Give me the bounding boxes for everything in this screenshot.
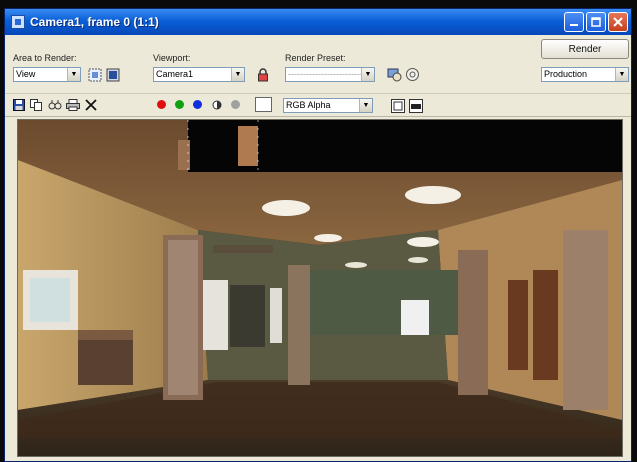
clone-window-button[interactable] bbox=[47, 97, 62, 112]
title-bar[interactable]: Camera1, frame 0 (1:1) bbox=[5, 9, 631, 35]
auto-region-button[interactable] bbox=[105, 67, 120, 82]
rendered-hall-image bbox=[18, 120, 622, 456]
alpha-icon bbox=[212, 100, 221, 109]
alpha-channel-toggle[interactable] bbox=[209, 97, 224, 112]
color-swatch[interactable] bbox=[255, 97, 272, 112]
print-icon bbox=[65, 98, 80, 111]
auto-region-icon bbox=[106, 68, 119, 81]
blue-channel-toggle[interactable] bbox=[193, 100, 202, 109]
print-image-button[interactable] bbox=[65, 97, 80, 112]
production-dropdown[interactable]: Production ▼ bbox=[541, 67, 629, 82]
teapot-icon bbox=[406, 68, 419, 81]
edit-region-button[interactable] bbox=[87, 67, 102, 82]
monochrome-toggle[interactable] bbox=[231, 100, 240, 109]
close-icon bbox=[613, 17, 623, 27]
clear-image-button[interactable] bbox=[83, 97, 98, 112]
display-icon bbox=[408, 98, 423, 113]
chevron-down-icon: ▼ bbox=[361, 68, 374, 81]
maximize-icon bbox=[591, 17, 601, 27]
lock-viewport-button[interactable] bbox=[255, 67, 270, 82]
render-preset-dropdown[interactable]: ------------------------- ▼ bbox=[285, 67, 375, 82]
lock-icon bbox=[257, 67, 268, 81]
render-preset-value: ------------------------- bbox=[288, 69, 363, 79]
chevron-down-icon: ▼ bbox=[231, 68, 244, 81]
chevron-down-icon: ▼ bbox=[615, 68, 628, 81]
copy-image-button[interactable] bbox=[29, 97, 44, 112]
viewport-label: Viewport: bbox=[153, 53, 191, 63]
render-toolbar: Area to Render: View ▼ Viewport: Camera1… bbox=[5, 35, 631, 93]
toggle-ui-overlay-button[interactable] bbox=[390, 98, 405, 113]
app-icon bbox=[11, 15, 25, 29]
render-setup-button[interactable] bbox=[387, 67, 402, 82]
green-channel-toggle[interactable] bbox=[175, 100, 184, 109]
window-title: Camera1, frame 0 (1:1) bbox=[30, 15, 159, 29]
render-setup-icon bbox=[387, 68, 402, 82]
clone-icon bbox=[48, 99, 61, 109]
close-button[interactable] bbox=[608, 12, 628, 32]
area-to-render-label: Area to Render: bbox=[13, 53, 77, 63]
region-select-icon bbox=[88, 68, 101, 81]
frame-buffer-toolbar: RGB Alpha ▼ bbox=[5, 93, 631, 117]
toggle-ui-button[interactable] bbox=[408, 98, 423, 113]
area-to-render-value: View bbox=[16, 69, 36, 79]
viewport-dropdown[interactable]: Camera1 ▼ bbox=[153, 67, 245, 82]
red-channel-toggle[interactable] bbox=[157, 100, 166, 109]
minimize-icon bbox=[570, 24, 578, 26]
production-value: Production bbox=[544, 69, 588, 79]
environment-button[interactable] bbox=[405, 67, 420, 82]
copy-icon bbox=[30, 98, 42, 111]
overlay-icon bbox=[390, 98, 405, 113]
rendered-image-viewport[interactable] bbox=[17, 119, 623, 457]
minimize-button[interactable] bbox=[564, 12, 584, 32]
save-image-button[interactable] bbox=[11, 97, 26, 112]
chevron-down-icon: ▼ bbox=[67, 68, 80, 81]
area-to-render-dropdown[interactable]: View ▼ bbox=[13, 67, 81, 82]
viewport-value: Camera1 bbox=[156, 69, 194, 79]
channel-display-value: RGB Alpha bbox=[286, 100, 331, 110]
save-icon bbox=[12, 98, 25, 111]
close-icon bbox=[84, 98, 97, 111]
render-button[interactable]: Render bbox=[541, 39, 629, 59]
channel-display-dropdown[interactable]: RGB Alpha ▼ bbox=[283, 98, 373, 113]
chevron-down-icon: ▼ bbox=[359, 99, 372, 112]
maximize-button[interactable] bbox=[586, 12, 606, 32]
render-frame-window: Camera1, frame 0 (1:1) Area to Render: V… bbox=[4, 8, 632, 462]
render-preset-label: Render Preset: bbox=[285, 53, 346, 63]
